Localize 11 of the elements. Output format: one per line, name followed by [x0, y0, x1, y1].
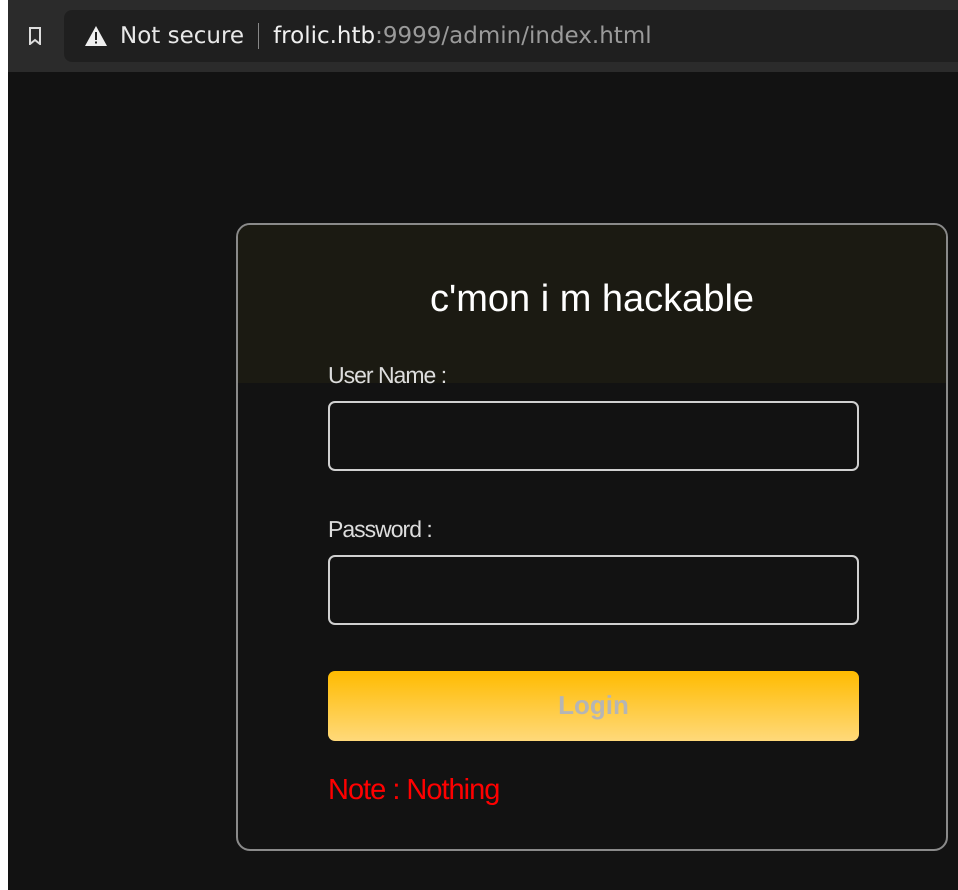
username-field[interactable] [328, 400, 859, 471]
warning-icon [84, 25, 108, 47]
address-bar[interactable]: Not secure frolic.htb:9999/admin/index.html [64, 10, 958, 62]
note-text: Note : Nothing [328, 772, 500, 808]
url-text: frolic.htb:9999/admin/index.html [273, 22, 652, 51]
bookmark-icon[interactable] [28, 27, 42, 45]
security-label: Not secure [120, 22, 244, 51]
field-label: User Name : [328, 362, 446, 388]
field-label: Password : [328, 516, 432, 542]
form-title: c'mon i m hackable [428, 277, 756, 322]
password-field[interactable] [328, 554, 859, 625]
